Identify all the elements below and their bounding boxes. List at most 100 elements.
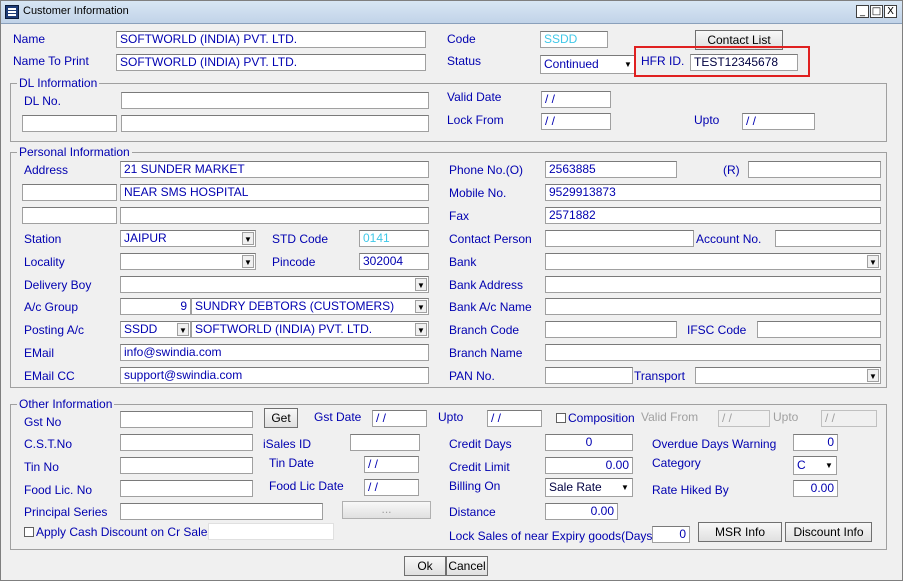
discount-info-button[interactable]: Discount Info	[785, 522, 872, 542]
isales-id-input[interactable]	[350, 434, 420, 451]
name-input[interactable]: SOFTWORLD (INDIA) PVT. LTD.	[116, 31, 426, 48]
chevron-down-icon[interactable]: ▼	[867, 255, 879, 268]
chevron-down-icon[interactable]: ▼	[867, 369, 879, 382]
credit-days-label: Credit Days	[449, 437, 512, 451]
chevron-down-icon[interactable]: ▼	[415, 323, 427, 336]
gst-upto-input[interactable]: / /	[487, 410, 542, 427]
ac-group-value: SUNDRY DEBTORS (CUSTOMERS)	[195, 299, 395, 313]
ac-group-label: A/c Group	[24, 300, 79, 314]
apply-cash-discount-field[interactable]	[208, 523, 334, 540]
get-gst-button[interactable]: Get	[264, 408, 298, 428]
overdue-warning-input[interactable]: 0	[793, 434, 838, 451]
branch-code-label: Branch Code	[449, 323, 520, 337]
address-label-field-2[interactable]	[22, 184, 117, 201]
credit-limit-input[interactable]: 0.00	[545, 457, 633, 474]
ac-group-no-input[interactable]: 9	[120, 298, 191, 315]
valid-from-input[interactable]: / /	[718, 410, 770, 427]
credit-days-input[interactable]: 0	[545, 434, 633, 451]
email-input[interactable]: info@swindia.com	[120, 344, 429, 361]
credit-limit-label: Credit Limit	[449, 460, 510, 474]
lock-sales-input[interactable]: 0	[652, 526, 690, 543]
gst-no-input[interactable]	[120, 411, 253, 428]
tin-date-input[interactable]: / /	[364, 456, 419, 473]
address-line-2[interactable]: NEAR SMS HOSPITAL	[120, 184, 429, 201]
posting-code-select[interactable]: SSDD ▼	[120, 321, 191, 338]
maximize-icon[interactable]: □	[870, 5, 883, 18]
billing-on-select[interactable]: Sale Rate ▼	[545, 478, 633, 497]
chevron-down-icon[interactable]: ▼	[242, 232, 254, 245]
category-select[interactable]: C ▼	[793, 456, 837, 475]
dl-no-label-field[interactable]	[22, 115, 117, 132]
principal-series-input[interactable]	[120, 503, 323, 520]
chevron-down-icon[interactable]: ▼	[242, 255, 254, 268]
ifsc-code-input[interactable]	[757, 321, 881, 338]
apply-cash-discount-checkbox[interactable]	[24, 527, 34, 537]
gst-date-input[interactable]: / /	[372, 410, 427, 427]
principal-series-browse-button[interactable]: ...	[342, 501, 431, 519]
msr-info-button[interactable]: MSR Info	[698, 522, 782, 542]
pan-no-input[interactable]	[545, 367, 633, 384]
email-label: EMail	[24, 346, 55, 360]
bank-address-input[interactable]	[545, 276, 881, 293]
minimize-icon[interactable]: _	[856, 5, 869, 18]
address-line-1[interactable]: 21 SUNDER MARKET	[120, 161, 429, 178]
address-line-3[interactable]	[120, 207, 429, 224]
mobile-label: Mobile No.	[449, 186, 507, 200]
ok-button[interactable]: Ok	[404, 556, 446, 576]
account-no-input[interactable]	[775, 230, 881, 247]
station-select[interactable]: JAIPUR ▼	[120, 230, 256, 247]
branch-name-input[interactable]	[545, 344, 881, 361]
app-menu-icon[interactable]	[5, 5, 19, 19]
principal-series-label: Principal Series	[24, 505, 108, 519]
email-cc-label: EMail CC	[24, 369, 75, 383]
chevron-down-icon[interactable]: ▼	[177, 323, 189, 336]
dl-no-input-2[interactable]	[121, 115, 429, 132]
bank-select[interactable]: ▼	[545, 253, 881, 270]
tin-no-input[interactable]	[120, 457, 253, 474]
distance-input[interactable]: 0.00	[545, 503, 618, 520]
address-label-field-3[interactable]	[22, 207, 117, 224]
valid-upto-input[interactable]: / /	[821, 410, 877, 427]
ifsc-code-label: IFSC Code	[687, 323, 747, 337]
contact-person-input[interactable]	[545, 230, 694, 247]
close-icon[interactable]: X	[884, 5, 897, 18]
lock-from-input[interactable]: / /	[541, 113, 611, 130]
food-lic-no-input[interactable]	[120, 480, 253, 497]
composition-checkbox[interactable]	[556, 413, 566, 423]
status-select[interactable]: Continued ▼	[540, 55, 636, 74]
locality-select[interactable]: ▼	[120, 253, 256, 270]
transport-select[interactable]: ▼	[695, 367, 881, 384]
code-input[interactable]: SSDD	[540, 31, 608, 48]
rate-hiked-input[interactable]: 0.00	[793, 480, 838, 497]
chevron-down-icon[interactable]: ▼	[622, 58, 634, 71]
email-cc-input[interactable]: support@swindia.com	[120, 367, 429, 384]
chevron-down-icon[interactable]: ▼	[619, 481, 631, 494]
dl-no-input-1[interactable]	[121, 92, 429, 109]
ac-group-select[interactable]: SUNDRY DEBTORS (CUSTOMERS) ▼	[191, 298, 429, 315]
gst-date-label: Gst Date	[314, 410, 362, 424]
branch-code-input[interactable]	[545, 321, 677, 338]
valid-date-input[interactable]: / /	[541, 91, 611, 108]
cancel-button[interactable]: Cancel	[446, 556, 488, 576]
food-lic-no-label: Food Lic. No	[24, 483, 93, 497]
cst-no-input[interactable]	[120, 434, 253, 451]
phone-o-input[interactable]: 2563885	[545, 161, 677, 178]
posting-name-select[interactable]: SOFTWORLD (INDIA) PVT. LTD. ▼	[191, 321, 429, 338]
chevron-down-icon[interactable]: ▼	[415, 278, 427, 291]
std-code-input[interactable]: 0141	[359, 230, 429, 247]
delivery-boy-select[interactable]: ▼	[120, 276, 429, 293]
food-lic-date-input[interactable]: / /	[364, 479, 419, 496]
fax-input[interactable]: 2571882	[545, 207, 881, 224]
bank-label: Bank	[449, 255, 477, 269]
bank-ac-name-input[interactable]	[545, 298, 881, 315]
phone-r-input[interactable]	[748, 161, 881, 178]
mobile-input[interactable]: 9529913873	[545, 184, 881, 201]
pincode-input[interactable]: 302004	[359, 253, 429, 270]
chevron-down-icon[interactable]: ▼	[823, 459, 835, 472]
gst-no-label: Gst No	[24, 415, 62, 429]
overdue-warning-label: Overdue Days Warning	[652, 437, 777, 451]
chevron-down-icon[interactable]: ▼	[415, 300, 427, 313]
name-to-print-input[interactable]: SOFTWORLD (INDIA) PVT. LTD.	[116, 54, 426, 71]
dl-upto-input[interactable]: / /	[742, 113, 815, 130]
station-value: JAIPUR	[124, 231, 167, 245]
